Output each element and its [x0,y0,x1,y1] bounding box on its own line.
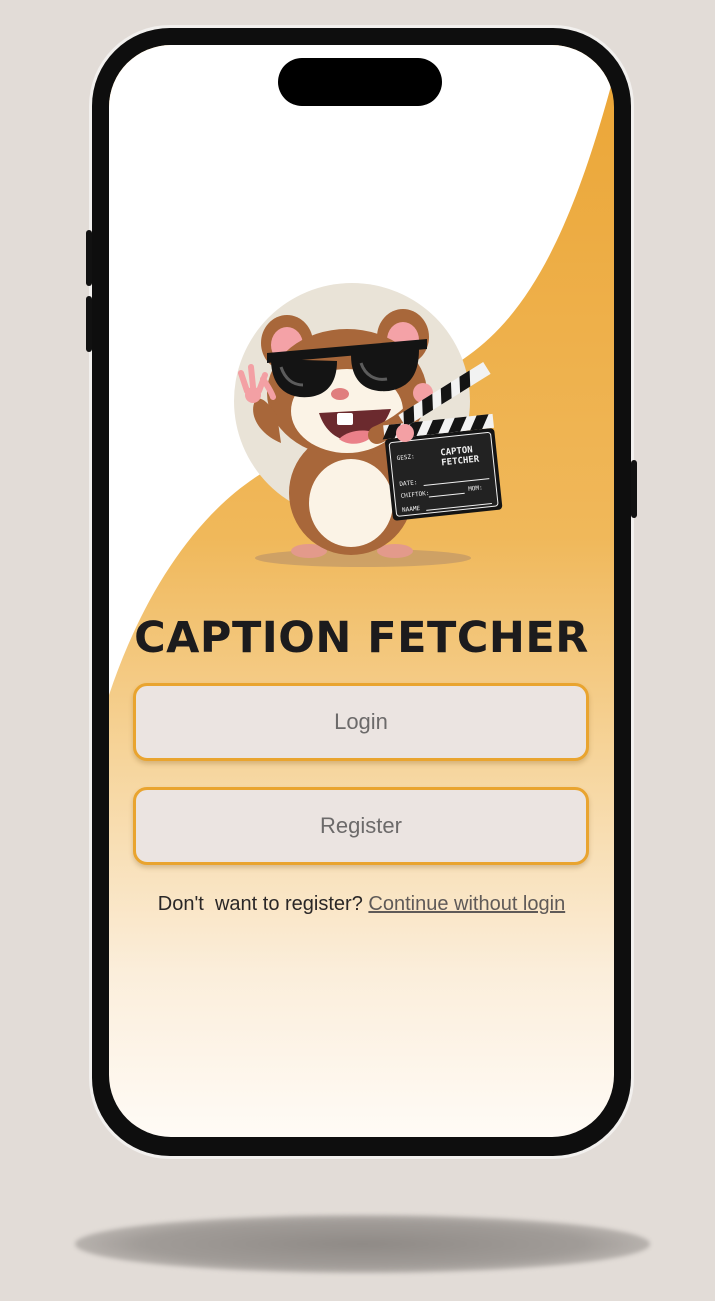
phone-floor-shadow [75,1215,650,1273]
guest-prompt: Don't want to register? Continue without… [109,893,614,916]
volume-button [86,296,92,352]
guest-prompt-text: Don't want to register? [157,893,369,915]
app-title: CAPTION FETCHER [134,613,589,663]
login-button[interactable]: Login [133,683,589,761]
continue-without-login-link[interactable]: Continue without login [368,893,565,915]
action-button [86,230,92,286]
power-button [631,460,637,518]
phone-frame: CAPTON FETCHER GESZ: DATE: CHIFTOK: NAAM… [86,28,637,1156]
dynamic-island [278,58,442,106]
hamster-mascot-image: CAPTON FETCHER GESZ: DATE: CHIFTOK: NAAM… [234,283,503,567]
app-screen: CAPTON FETCHER GESZ: DATE: CHIFTOK: NAAM… [109,45,614,1137]
background-wave [109,45,614,695]
register-button[interactable]: Register [133,787,589,865]
